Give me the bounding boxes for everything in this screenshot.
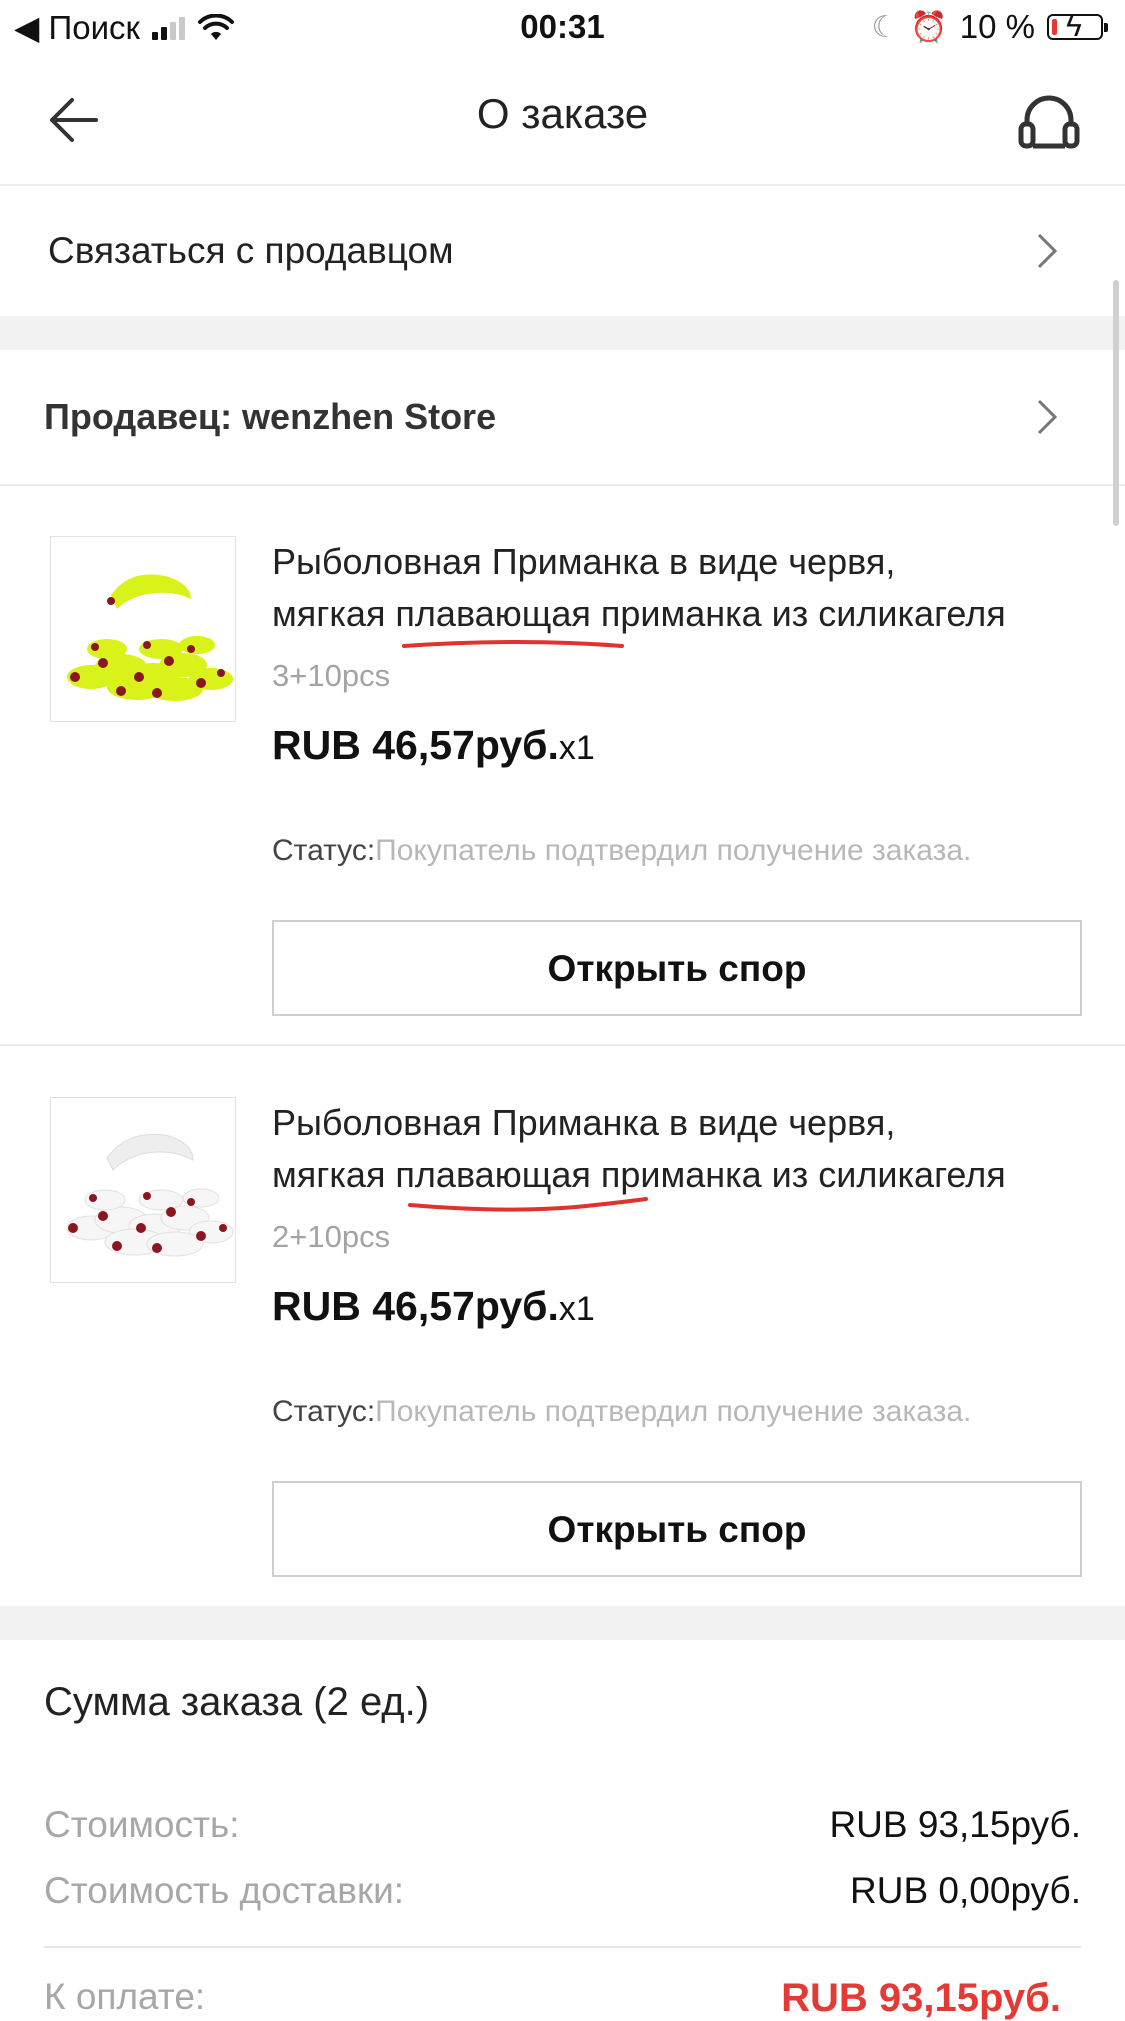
open-dispute-button[interactable]: Открыть спор — [272, 920, 1082, 1016]
red-underline-annotation — [402, 640, 624, 648]
chevron-right-icon — [1037, 233, 1058, 269]
cost-line: Стоимость: RUB 93,15руб. — [44, 1804, 1081, 1846]
alarm-icon: ⏰ — [910, 10, 948, 44]
order-summary: Сумма заказа (2 ед.) Стоимость: RUB 93,1… — [0, 1640, 1125, 2020]
battery-icon: ϟ — [1047, 10, 1108, 43]
product-variant: 2+10pcs — [272, 1219, 391, 1254]
seller-row[interactable]: Продавец: wenzhen Store — [0, 350, 1125, 486]
summary-divider — [44, 1946, 1081, 1948]
order-status: Статус:Покупатель подтвердил получение з… — [272, 1395, 971, 1429]
headset-icon[interactable] — [1013, 86, 1085, 158]
total-label: К оплате: — [44, 1976, 206, 2017]
contact-seller-row[interactable]: Связаться с продавцом — [0, 186, 1125, 316]
red-underline-annotation — [408, 1197, 648, 1212]
summary-title: Сумма заказа (2 ед.) — [44, 1680, 430, 1724]
shipping-line: Стоимость доставки: RUB 0,00руб. — [44, 1870, 1081, 1912]
cost-label: Стоимость: — [44, 1804, 240, 1845]
status-label: Статус: — [272, 834, 376, 867]
product-title-line2: мягкая плавающая приманка из силикагеля — [272, 593, 1006, 634]
status-label: Статус: — [272, 1395, 376, 1428]
product-title[interactable]: Рыболовная Приманка в виде червя, мягкая… — [272, 1097, 1084, 1201]
product-title-line1: Рыболовная Приманка в виде червя, — [272, 541, 896, 582]
product-thumbnail[interactable] — [50, 536, 236, 722]
product-price: RUB 46,57руб.x1 — [272, 722, 595, 769]
section-gap — [0, 1606, 1125, 1640]
page-title: О заказе — [476, 90, 649, 137]
nav-bar: О заказе — [0, 60, 1125, 186]
lure-image — [67, 574, 233, 701]
battery-percent: 10 % — [959, 8, 1035, 45]
section-gap — [0, 316, 1125, 350]
total-value: RUB 93,15руб. — [781, 1976, 1061, 2020]
product-price: RUB 46,57руб.x1 — [272, 1283, 595, 1330]
price-value: RUB 46,57руб. — [272, 722, 559, 768]
product-title-line1: Рыболовная Приманка в виде червя, — [272, 1102, 896, 1143]
status-right: ☾ ⏰ 10 % ϟ — [871, 8, 1108, 46]
moon-icon: ☾ — [871, 10, 899, 44]
cost-value: RUB 93,15руб. — [829, 1804, 1081, 1845]
order-status: Статус:Покупатель подтвердил получение з… — [272, 834, 971, 868]
contact-seller-label: Связаться с продавцом — [48, 230, 454, 271]
item-divider — [0, 1044, 1125, 1046]
open-dispute-button[interactable]: Открыть спор — [272, 1481, 1082, 1577]
product-thumbnail[interactable] — [50, 1097, 236, 1283]
scrollbar[interactable] — [1113, 280, 1119, 526]
seller-name: Продавец: wenzhen Store — [44, 396, 497, 437]
quantity: x1 — [558, 1290, 595, 1328]
product-title-line2: мягкая плавающая приманка из силикагеля — [272, 1154, 1006, 1195]
product-title[interactable]: Рыболовная Приманка в виде червя, мягкая… — [272, 536, 1084, 640]
quantity: x1 — [558, 729, 595, 767]
status-value: Покупатель подтвердил получение заказа. — [375, 834, 972, 867]
chevron-right-icon — [1037, 399, 1058, 435]
price-value: RUB 46,57руб. — [272, 1283, 559, 1329]
status-bar: ◀ Поиск 00:31 ☾ ⏰ 10 % ϟ — [0, 0, 1125, 56]
product-variant: 3+10pcs — [272, 658, 391, 693]
lure-image — [66, 1133, 234, 1257]
shipping-label: Стоимость доставки: — [44, 1870, 405, 1911]
status-value: Покупатель подтвердил получение заказа. — [375, 1395, 972, 1428]
order-item: Рыболовная Приманка в виде червя, мягкая… — [0, 536, 1125, 1030]
order-item: Рыболовная Приманка в виде червя, мягкая… — [0, 1097, 1125, 1591]
shipping-value: RUB 0,00руб. — [850, 1870, 1081, 1911]
